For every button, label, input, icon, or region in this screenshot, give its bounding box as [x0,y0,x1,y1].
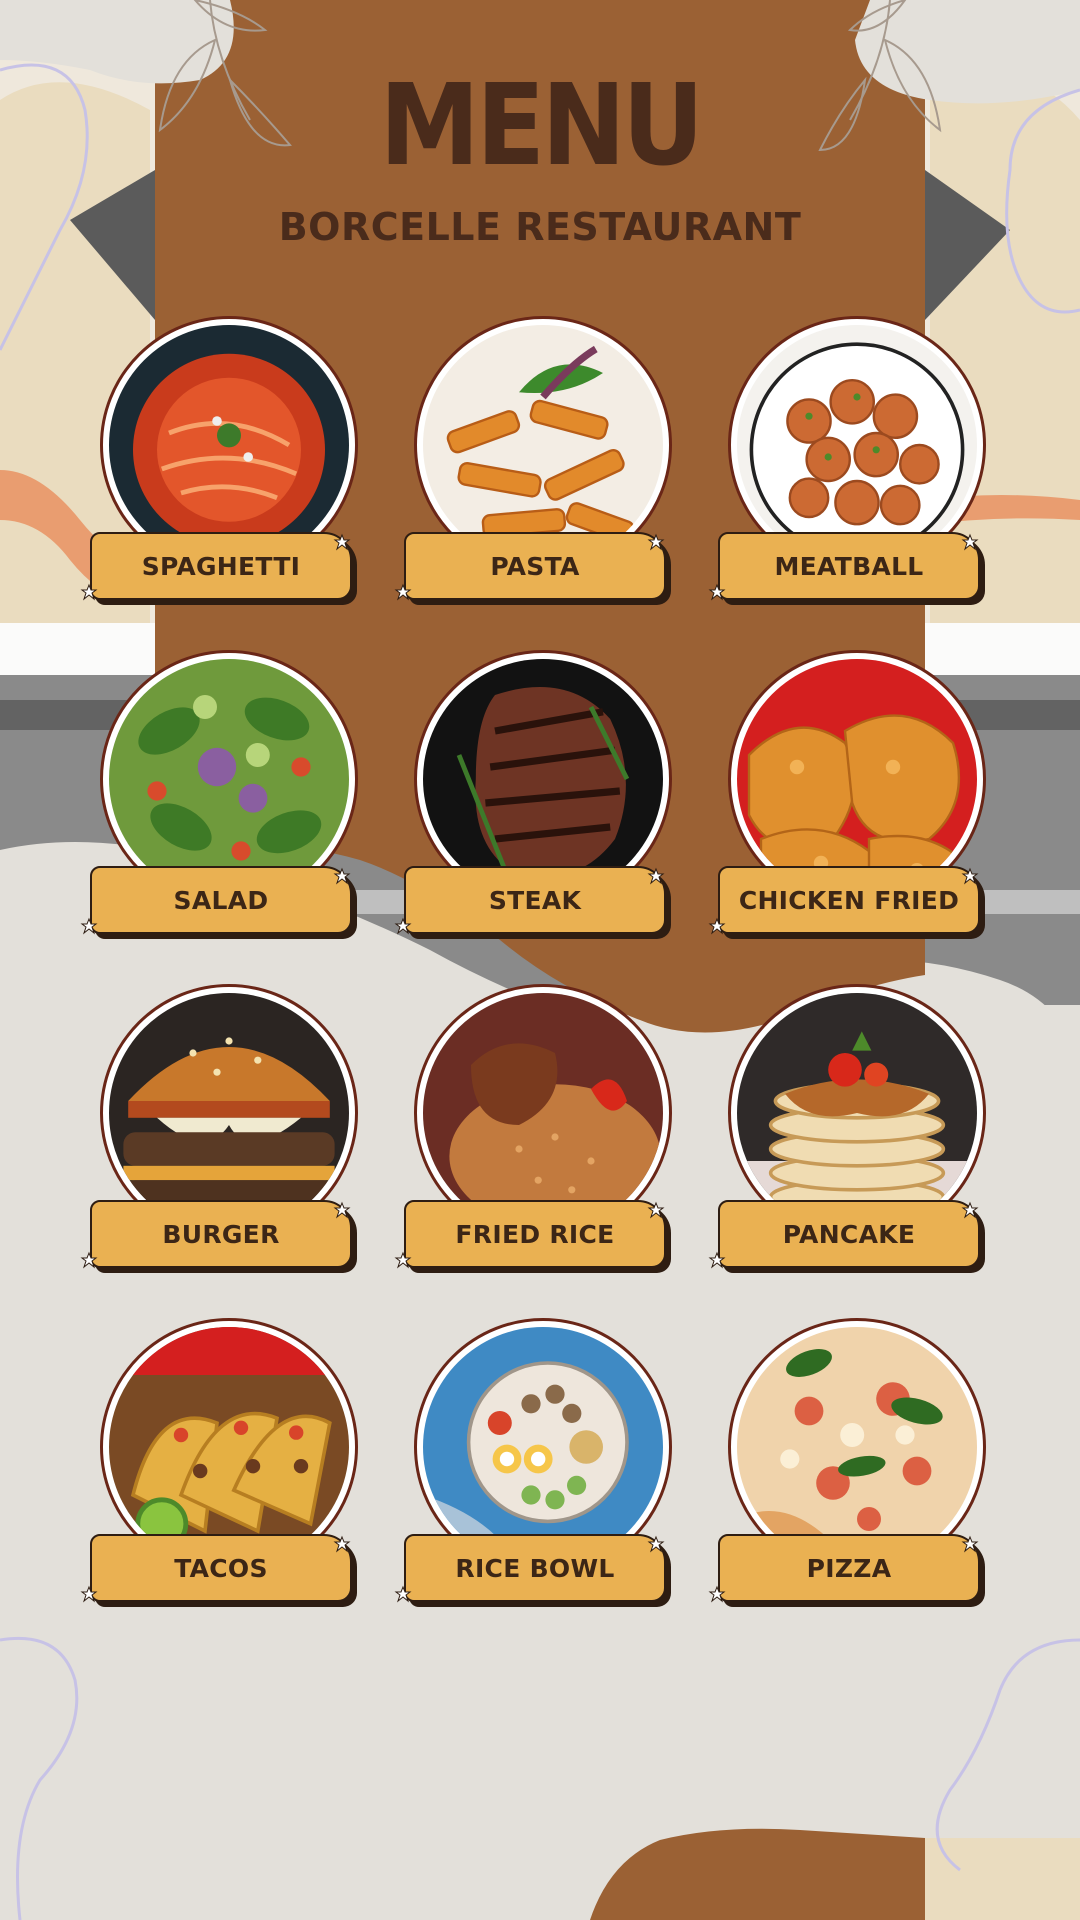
menu-item-label: TACOS [90,1534,352,1602]
menu-item-meatball[interactable]: MEATBALL [706,316,986,616]
menu-item-label: MEATBALL [718,532,980,600]
menu-item-label: FRIED RICE [404,1200,666,1268]
menu-item-pizza[interactable]: PIZZA [706,1318,986,1618]
menu-item-label: PIZZA [718,1534,980,1602]
menu-item-chicken-fried[interactable]: CHICKEN FRIED [706,650,986,950]
menu-item-rice-bowl[interactable]: RICE BOWL [392,1318,672,1618]
menu-item-label: SPAGHETTI [90,532,352,600]
menu-item-steak[interactable]: STEAK [392,650,672,950]
menu-item-label: CHICKEN FRIED [718,866,980,934]
menu-item-pancake[interactable]: PANCAKE [706,984,986,1284]
menu-item-fried-rice[interactable]: FRIED RICE [392,984,672,1284]
background-decoration [0,0,1080,1920]
menu-title: MENU [379,61,705,191]
menu-item-label: SALAD [90,866,352,934]
menu-item-burger[interactable]: BURGER [78,984,358,1284]
menu-item-label: PASTA [404,532,666,600]
menu-item-label: BURGER [90,1200,352,1268]
menu-item-label: STEAK [404,866,666,934]
menu-item-spaghetti[interactable]: SPAGHETTI [78,316,358,616]
menu-item-tacos[interactable]: TACOS [78,1318,358,1618]
menu-item-pasta[interactable]: PASTA [392,316,672,616]
restaurant-name: BORCELLE RESTAURANT [278,205,802,249]
menu-item-label: PANCAKE [718,1200,980,1268]
menu-item-label: RICE BOWL [404,1534,666,1602]
menu-item-salad[interactable]: SALAD [78,650,358,950]
